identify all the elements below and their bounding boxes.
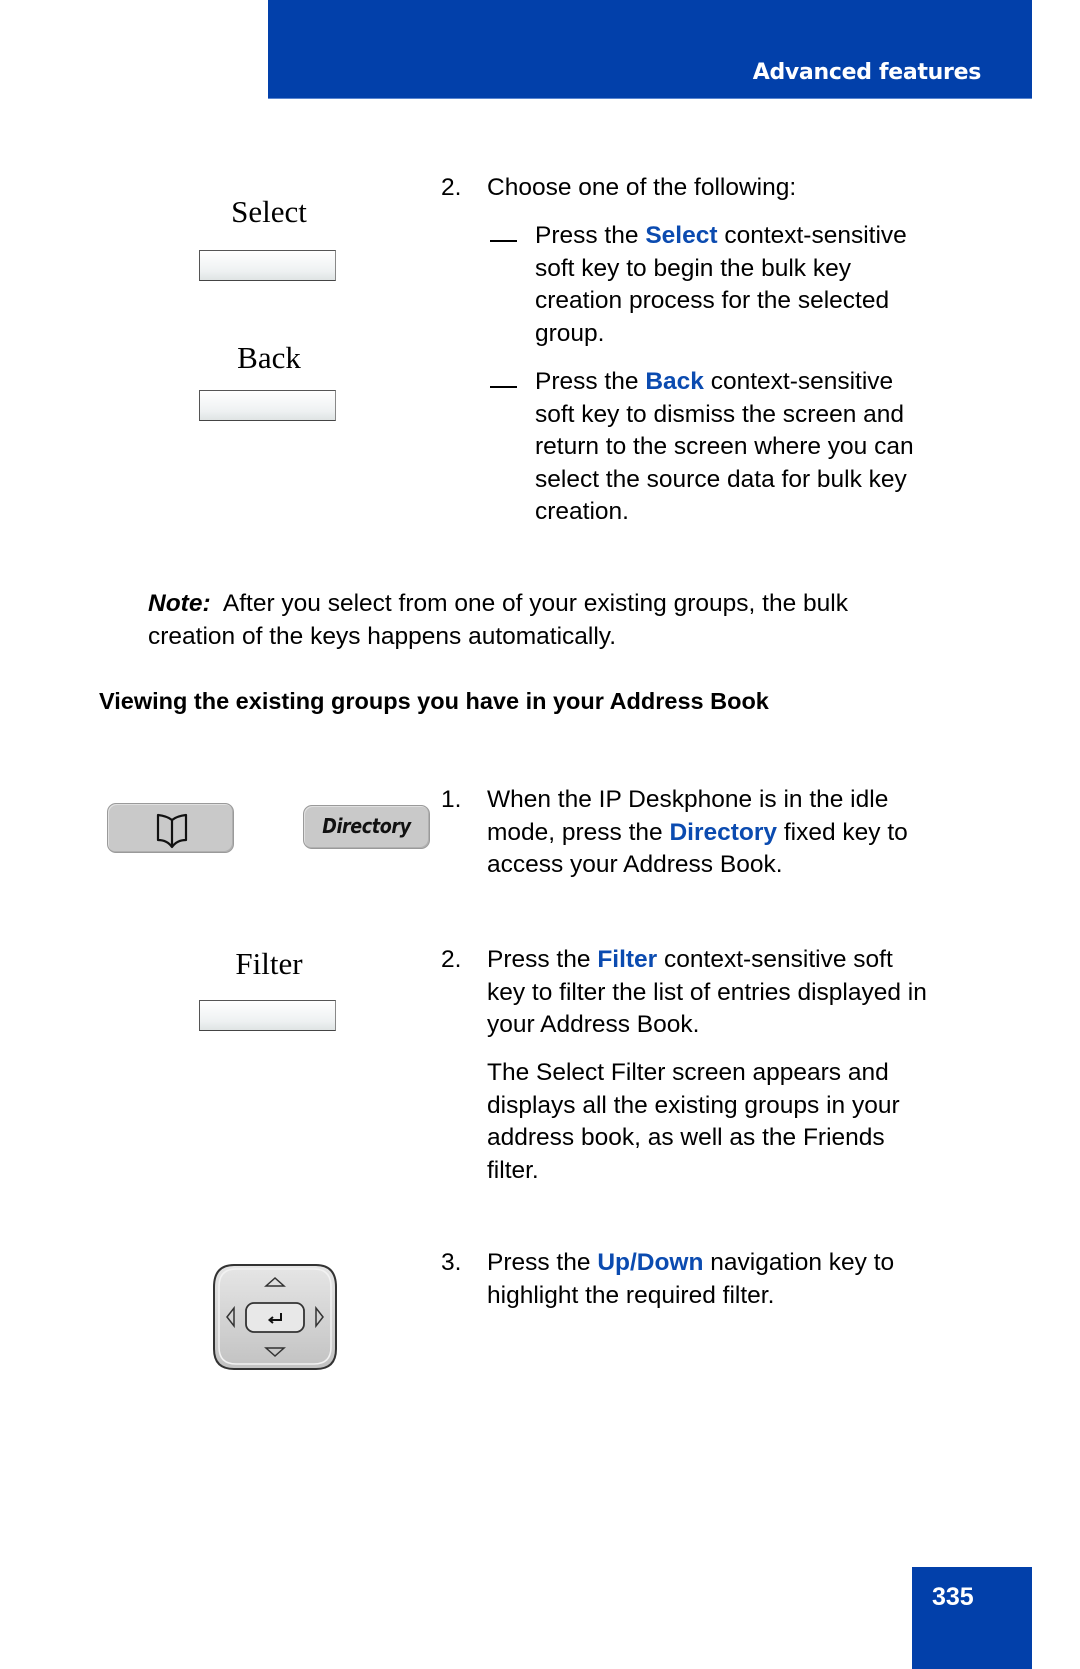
- back-softkey[interactable]: [199, 390, 336, 421]
- option-back-line3: return to the screen where you can: [535, 433, 914, 461]
- keyword-directory: Directory: [669, 818, 778, 846]
- option-select-line3: creation process for the selected: [535, 287, 890, 315]
- keyword-back: Back: [645, 368, 704, 395]
- note: Note: After you select from one of your …: [148, 590, 848, 650]
- step2-para-line4: filter.: [487, 1156, 539, 1184]
- step1-line3: access your Address Book.: [487, 851, 783, 879]
- directory-key[interactable]: Directory: [303, 805, 430, 849]
- step-number: 3.: [441, 1249, 462, 1276]
- dash-bullet: [490, 240, 517, 242]
- step3-line1: Press the Up/Down navigation key to: [487, 1249, 895, 1276]
- step1-line2: mode, press the Directory fixed key to: [487, 818, 908, 846]
- select-softkey[interactable]: [199, 250, 336, 281]
- step-number: 2.: [441, 174, 462, 201]
- step2-para-line2: displays all the existing groups in your: [487, 1091, 900, 1119]
- option-select-line2: soft key to begin the bulk key: [535, 254, 851, 282]
- address-book-key[interactable]: [107, 803, 234, 853]
- step2-line2: key to filter the list of entries displa…: [487, 978, 927, 1006]
- step2-para-line3: address book, as well as the Friends: [487, 1124, 885, 1152]
- select-softkey-label: Select: [231, 194, 307, 229]
- keyword-select: Select: [645, 222, 718, 249]
- page-number-box: 335: [912, 1567, 1032, 1669]
- back-softkey-label: Back: [237, 340, 301, 375]
- step2-line1: Press the Filter context-sensitive soft: [487, 946, 893, 973]
- section-title: Advanced features: [752, 60, 982, 85]
- filter-softkey-label: Filter: [235, 946, 303, 981]
- step3-line2: highlight the required filter.: [487, 1281, 775, 1309]
- option-back-line4: select the source data for bulk key: [535, 465, 907, 493]
- navigation-key[interactable]: [212, 1263, 338, 1371]
- page-number: 335: [932, 1583, 974, 1611]
- step-number: 2.: [441, 946, 462, 973]
- dash-bullet: [490, 386, 517, 388]
- enter-button: [245, 1302, 305, 1333]
- open-book-icon: [156, 813, 188, 849]
- step-number: 1.: [441, 786, 462, 813]
- step-intro: Choose one of the following:: [487, 174, 797, 201]
- note-label: Note:: [148, 590, 211, 617]
- option-select-line4: group.: [535, 319, 605, 347]
- filter-softkey[interactable]: [199, 1000, 336, 1031]
- option-back-line1: Press the Back context-sensitive: [535, 368, 894, 395]
- section-heading: Viewing the existing groups you have in …: [99, 688, 769, 714]
- step2-line3: your Address Book.: [487, 1011, 700, 1039]
- step1-line1: When the IP Deskphone is in the idle: [487, 786, 889, 813]
- option-back-line5: creation.: [535, 498, 629, 526]
- directory-key-label: Directory: [322, 814, 411, 838]
- keyword-up-down: Up/Down: [597, 1249, 704, 1276]
- step2-para-line1: The Select Filter screen appears and: [487, 1059, 889, 1086]
- keyword-filter: Filter: [597, 946, 658, 973]
- header-band: Advanced features: [268, 0, 1032, 99]
- option-back-line2: soft key to dismiss the screen and: [535, 400, 905, 428]
- option-select-line1: Press the Select context-sensitive: [535, 222, 907, 249]
